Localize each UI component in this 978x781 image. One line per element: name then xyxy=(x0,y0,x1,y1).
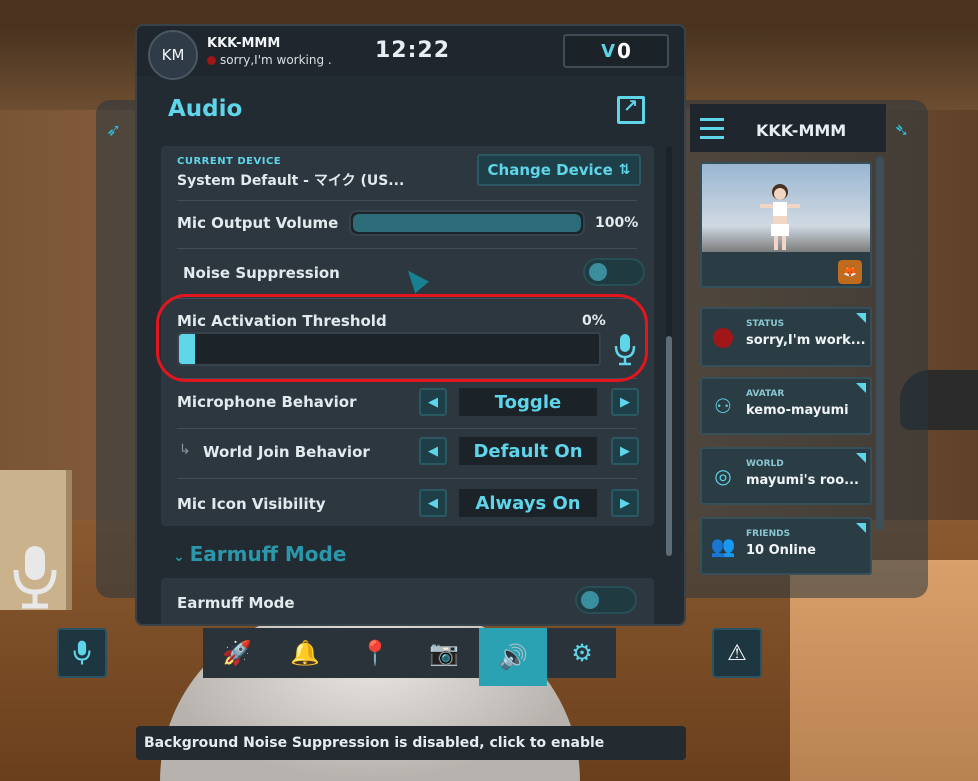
world-card[interactable]: ◎ WORLD mayumi's roo... xyxy=(700,447,872,505)
world-icon: ◎ xyxy=(714,464,732,488)
friends-card-value: 10 Online xyxy=(746,543,816,558)
launch-pad-icon[interactable]: 🚀 xyxy=(203,628,271,678)
clock: 12:22 xyxy=(375,38,451,63)
mic-behavior-value: Toggle xyxy=(457,386,599,418)
annotation-highlight xyxy=(156,294,648,382)
chevron-down-icon: ⌄ xyxy=(173,549,190,565)
wing-left-icon: ➶ xyxy=(106,120,122,141)
noise-suppression-label: Noise Suppression xyxy=(183,264,340,282)
earmuff-mode-toggle[interactable] xyxy=(575,586,637,614)
swap-device-icon: ⇅ xyxy=(618,162,631,178)
status-card-caption: STATUS xyxy=(746,319,785,329)
world-card-value: mayumi's roo... xyxy=(746,473,859,488)
location-icon[interactable]: 📍 xyxy=(341,628,409,678)
noise-suppression-tooltip[interactable]: Background Noise Suppression is disabled… xyxy=(136,726,686,760)
earmuff-section-header[interactable]: ⌄ Earmuff Mode xyxy=(173,542,346,566)
status-dot-icon xyxy=(710,323,736,349)
avatar-card-caption: AVATAR xyxy=(746,389,785,399)
mic-icon-visibility-next-button[interactable]: ▶ xyxy=(611,489,639,517)
currency-balance[interactable]: V 0 xyxy=(563,34,669,68)
top-bar: KM KKK-MMM sorry,I'm working . 12:22 V 0 xyxy=(137,26,684,80)
mic-hud-icon xyxy=(13,546,57,609)
warning-icon: ⚠ xyxy=(727,640,747,666)
toggle-knob xyxy=(581,591,599,609)
friends-card[interactable]: 👥 FRIENDS 10 Online xyxy=(700,517,872,575)
camera-icon[interactable]: 📷 xyxy=(410,628,478,678)
mic-behavior-label: Microphone Behavior xyxy=(177,393,357,411)
currency-value: 0 xyxy=(617,39,631,63)
audio-icon[interactable]: 🔊 xyxy=(479,628,547,686)
divider xyxy=(177,200,637,201)
safety-button[interactable]: ⚠ xyxy=(712,628,762,678)
avatar-preview[interactable]: 🦊 xyxy=(700,162,872,288)
change-device-button[interactable]: Change Device ⇅ xyxy=(477,154,641,186)
audio-scrollbar[interactable] xyxy=(666,146,672,556)
audio-scroll-thumb[interactable] xyxy=(666,336,672,556)
card-corner-icon xyxy=(856,453,866,463)
quick-menu-scroll-thumb[interactable] xyxy=(876,156,884,530)
world-join-prev-button[interactable]: ◀ xyxy=(419,437,447,465)
mic-behavior-prev-button[interactable]: ◀ xyxy=(419,388,447,416)
mic-output-volume-value: 100% xyxy=(595,215,639,231)
mic-icon-visibility-prev-button[interactable]: ◀ xyxy=(419,489,447,517)
mic-toggle-button[interactable] xyxy=(57,628,107,678)
vrc-credit-icon: V xyxy=(601,40,615,62)
fox-badge-icon: 🦊 xyxy=(838,260,862,284)
mic-icon-visibility-value: Always On xyxy=(457,487,599,519)
mic-behavior-next-button[interactable]: ▶ xyxy=(611,388,639,416)
card-corner-icon xyxy=(856,523,866,533)
user-name: KKK-MMM xyxy=(207,36,281,51)
earmuff-mode-row: Earmuff Mode xyxy=(161,578,654,624)
page-title: Audio xyxy=(168,96,243,122)
change-device-label: Change Device xyxy=(487,161,613,179)
avatar[interactable]: KM xyxy=(148,30,198,80)
settings-icon[interactable]: ⚙ xyxy=(548,628,616,678)
device-caption: CURRENT DEVICE xyxy=(177,156,282,167)
friends-icon: 👥 xyxy=(710,534,736,558)
status-card-value: sorry,I'm work... xyxy=(746,333,866,348)
status-text: sorry,I'm working . xyxy=(220,53,332,67)
mic-output-volume-label: Mic Output Volume xyxy=(177,214,339,232)
notifications-icon[interactable]: 🔔 xyxy=(271,628,339,678)
avatar-icon: ⚇ xyxy=(714,394,732,418)
status-dot-icon xyxy=(207,55,216,65)
divider xyxy=(177,248,637,249)
avatar-card[interactable]: ⚇ AVATAR kemo-mayumi xyxy=(700,377,872,435)
mic-output-volume-fill xyxy=(353,214,581,232)
card-corner-icon xyxy=(856,313,866,323)
avatar-figure xyxy=(760,184,800,250)
device-name: System Default - マイク (US... xyxy=(177,173,405,189)
card-corner-icon xyxy=(856,383,866,393)
world-join-value: Default On xyxy=(457,435,599,467)
menu-icon[interactable] xyxy=(700,118,724,140)
sub-setting-arrow-icon: ↳ xyxy=(179,442,191,458)
divider xyxy=(177,478,637,479)
world-join-label: World Join Behavior xyxy=(203,443,370,461)
microphone-icon xyxy=(73,640,91,665)
earmuff-section-title: Earmuff Mode xyxy=(189,542,347,566)
divider xyxy=(177,428,637,429)
mic-icon-visibility-label: Mic Icon Visibility xyxy=(177,495,326,513)
expand-icon[interactable] xyxy=(617,96,645,124)
toggle-knob xyxy=(589,263,607,281)
noise-suppression-toggle[interactable] xyxy=(583,258,645,286)
friends-card-caption: FRIENDS xyxy=(746,529,791,539)
quick-menu-scrollbar[interactable] xyxy=(876,156,884,530)
quick-menu-user-name: KKK-MMM xyxy=(756,121,847,140)
mic-output-volume-slider[interactable] xyxy=(349,210,585,236)
status-card[interactable]: STATUS sorry,I'm work... xyxy=(700,307,872,367)
avatar-card-value: kemo-mayumi xyxy=(746,403,849,418)
earmuff-mode-label: Earmuff Mode xyxy=(177,594,295,612)
user-status: sorry,I'm working . xyxy=(207,53,332,67)
world-join-next-button[interactable]: ▶ xyxy=(611,437,639,465)
world-card-caption: WORLD xyxy=(746,459,784,469)
wing-right-icon: ➴ xyxy=(894,120,910,141)
